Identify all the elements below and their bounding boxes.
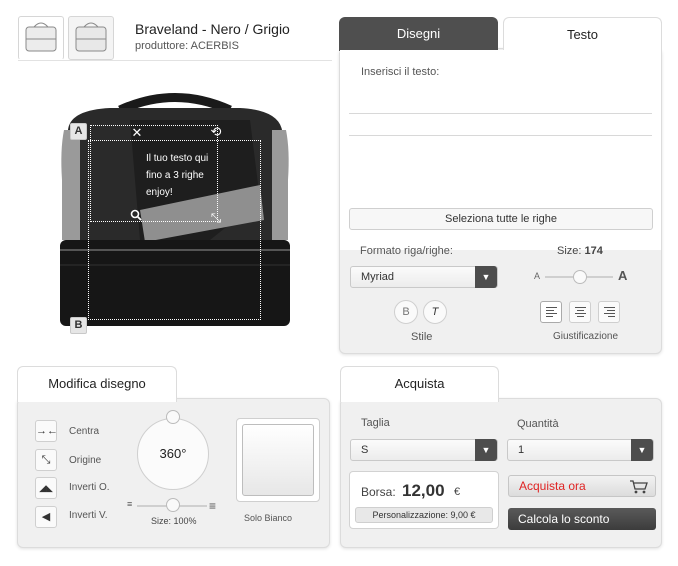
size-select-value: S bbox=[361, 444, 369, 456]
custom-text-preview[interactable]: Il tuo testo qui fino a 3 righe enjoy! bbox=[146, 150, 208, 201]
chevron-down-icon: ▼ bbox=[631, 439, 653, 461]
chevron-down-icon: ▼ bbox=[475, 266, 497, 288]
tab-drawings[interactable]: Disegni bbox=[339, 17, 498, 51]
text-line-input-2[interactable] bbox=[349, 135, 652, 136]
quantity-label: Quantità bbox=[517, 418, 559, 430]
italic-button[interactable]: T bbox=[423, 300, 447, 324]
flip-vertical-label: Inverti V. bbox=[69, 510, 108, 521]
align-center-icon bbox=[575, 307, 586, 317]
font-size-readout: Size: 174 bbox=[557, 245, 603, 257]
product-title: Braveland - Nero / Grigio bbox=[135, 21, 290, 37]
buy-now-button[interactable]: Acquista ora bbox=[508, 475, 656, 497]
text-input-label: Inserisci il testo: bbox=[361, 66, 440, 78]
size-small-icon: A bbox=[534, 271, 541, 281]
scale-max-icon: ≡ bbox=[209, 499, 217, 513]
price-currency: € bbox=[454, 486, 461, 498]
cart-icon bbox=[630, 480, 648, 494]
buy-now-label: Acquista ora bbox=[519, 479, 586, 493]
calculate-discount-button[interactable]: Calcola lo sconto bbox=[508, 508, 656, 530]
rotate-icon[interactable]: ⟲ bbox=[208, 124, 224, 140]
color-swatch bbox=[242, 424, 314, 496]
quantity-select[interactable]: 1 ▼ bbox=[507, 439, 654, 461]
flip-vertical-icon[interactable]: ◀ bbox=[35, 506, 57, 528]
white-only-label: Solo Bianco bbox=[244, 513, 293, 523]
scale-slider-knob[interactable] bbox=[166, 498, 180, 512]
corner-a-label: A bbox=[70, 123, 87, 140]
corner-b-label: B bbox=[70, 317, 87, 334]
product-manufacturer: produttore: ACERBIS bbox=[135, 40, 239, 52]
zoom-icon[interactable] bbox=[128, 209, 144, 225]
tab-text[interactable]: Testo bbox=[503, 17, 662, 53]
select-all-lines-button[interactable]: Seleziona tutte le righe bbox=[349, 208, 653, 230]
bold-button[interactable]: B bbox=[394, 300, 418, 324]
text-line-input-1[interactable] bbox=[349, 113, 652, 114]
text-line-1: Il tuo testo qui bbox=[146, 153, 209, 164]
resize-icon[interactable]: ⤡ bbox=[208, 210, 224, 226]
scale-min-icon: ≡ bbox=[127, 499, 133, 509]
origin-icon[interactable]: ⤡ bbox=[35, 449, 57, 471]
align-right-icon bbox=[604, 307, 615, 317]
header-divider bbox=[18, 60, 332, 61]
tab-edit-design[interactable]: Modifica disegno bbox=[17, 366, 177, 402]
bag-icon bbox=[75, 22, 107, 52]
designer-page: Braveland - Nero / Grigio produttore: AC… bbox=[0, 0, 678, 566]
chevron-down-icon: ▼ bbox=[475, 439, 497, 461]
center-label: Centra bbox=[69, 426, 100, 437]
text-line-2: fino a 3 righe bbox=[146, 170, 204, 181]
bag-icon bbox=[25, 22, 57, 52]
center-icon[interactable]: →← bbox=[35, 420, 58, 442]
color-preview-frame[interactable] bbox=[236, 418, 320, 502]
font-select[interactable]: Myriad ▼ bbox=[350, 266, 498, 288]
flip-horizontal-icon[interactable]: ◢◣ bbox=[35, 477, 57, 499]
rotation-knob[interactable] bbox=[166, 410, 180, 424]
flip-horizontal-label: Inverti O. bbox=[69, 482, 110, 493]
tab-purchase[interactable]: Acquista bbox=[340, 366, 499, 402]
product-thumbnail-back[interactable] bbox=[68, 16, 114, 60]
font-size-slider-knob[interactable] bbox=[573, 270, 587, 284]
price-value: 12,00 bbox=[402, 481, 445, 500]
close-icon[interactable]: ✕ bbox=[129, 125, 145, 141]
justification-label: Giustificazione bbox=[553, 331, 619, 342]
quantity-select-value: 1 bbox=[518, 444, 525, 456]
align-left-icon bbox=[546, 307, 557, 317]
scale-label: Size: 100% bbox=[151, 516, 197, 526]
text-line-input-3[interactable] bbox=[349, 157, 652, 158]
style-label: Stile bbox=[411, 331, 433, 343]
personalization-badge: Personalizzazione: 9,00 € bbox=[355, 507, 493, 523]
justify-right-button[interactable] bbox=[598, 301, 620, 323]
justify-left-button[interactable] bbox=[540, 301, 562, 323]
font-select-value: Myriad bbox=[361, 271, 395, 283]
size-label: Taglia bbox=[361, 417, 390, 429]
price-label: Borsa: bbox=[361, 485, 396, 499]
product-thumbnail-front[interactable] bbox=[18, 16, 64, 60]
size-select[interactable]: S ▼ bbox=[350, 439, 498, 461]
format-label: Formato riga/righe: bbox=[360, 245, 453, 257]
rotation-value: 360° bbox=[159, 446, 187, 461]
justify-center-button[interactable] bbox=[569, 301, 591, 323]
size-large-icon: A bbox=[618, 268, 628, 283]
origin-label: Origine bbox=[69, 455, 102, 466]
price-box: Borsa: 12,00 € Personalizzazione: 9,00 € bbox=[349, 471, 499, 529]
text-line-3: enjoy! bbox=[146, 187, 173, 198]
